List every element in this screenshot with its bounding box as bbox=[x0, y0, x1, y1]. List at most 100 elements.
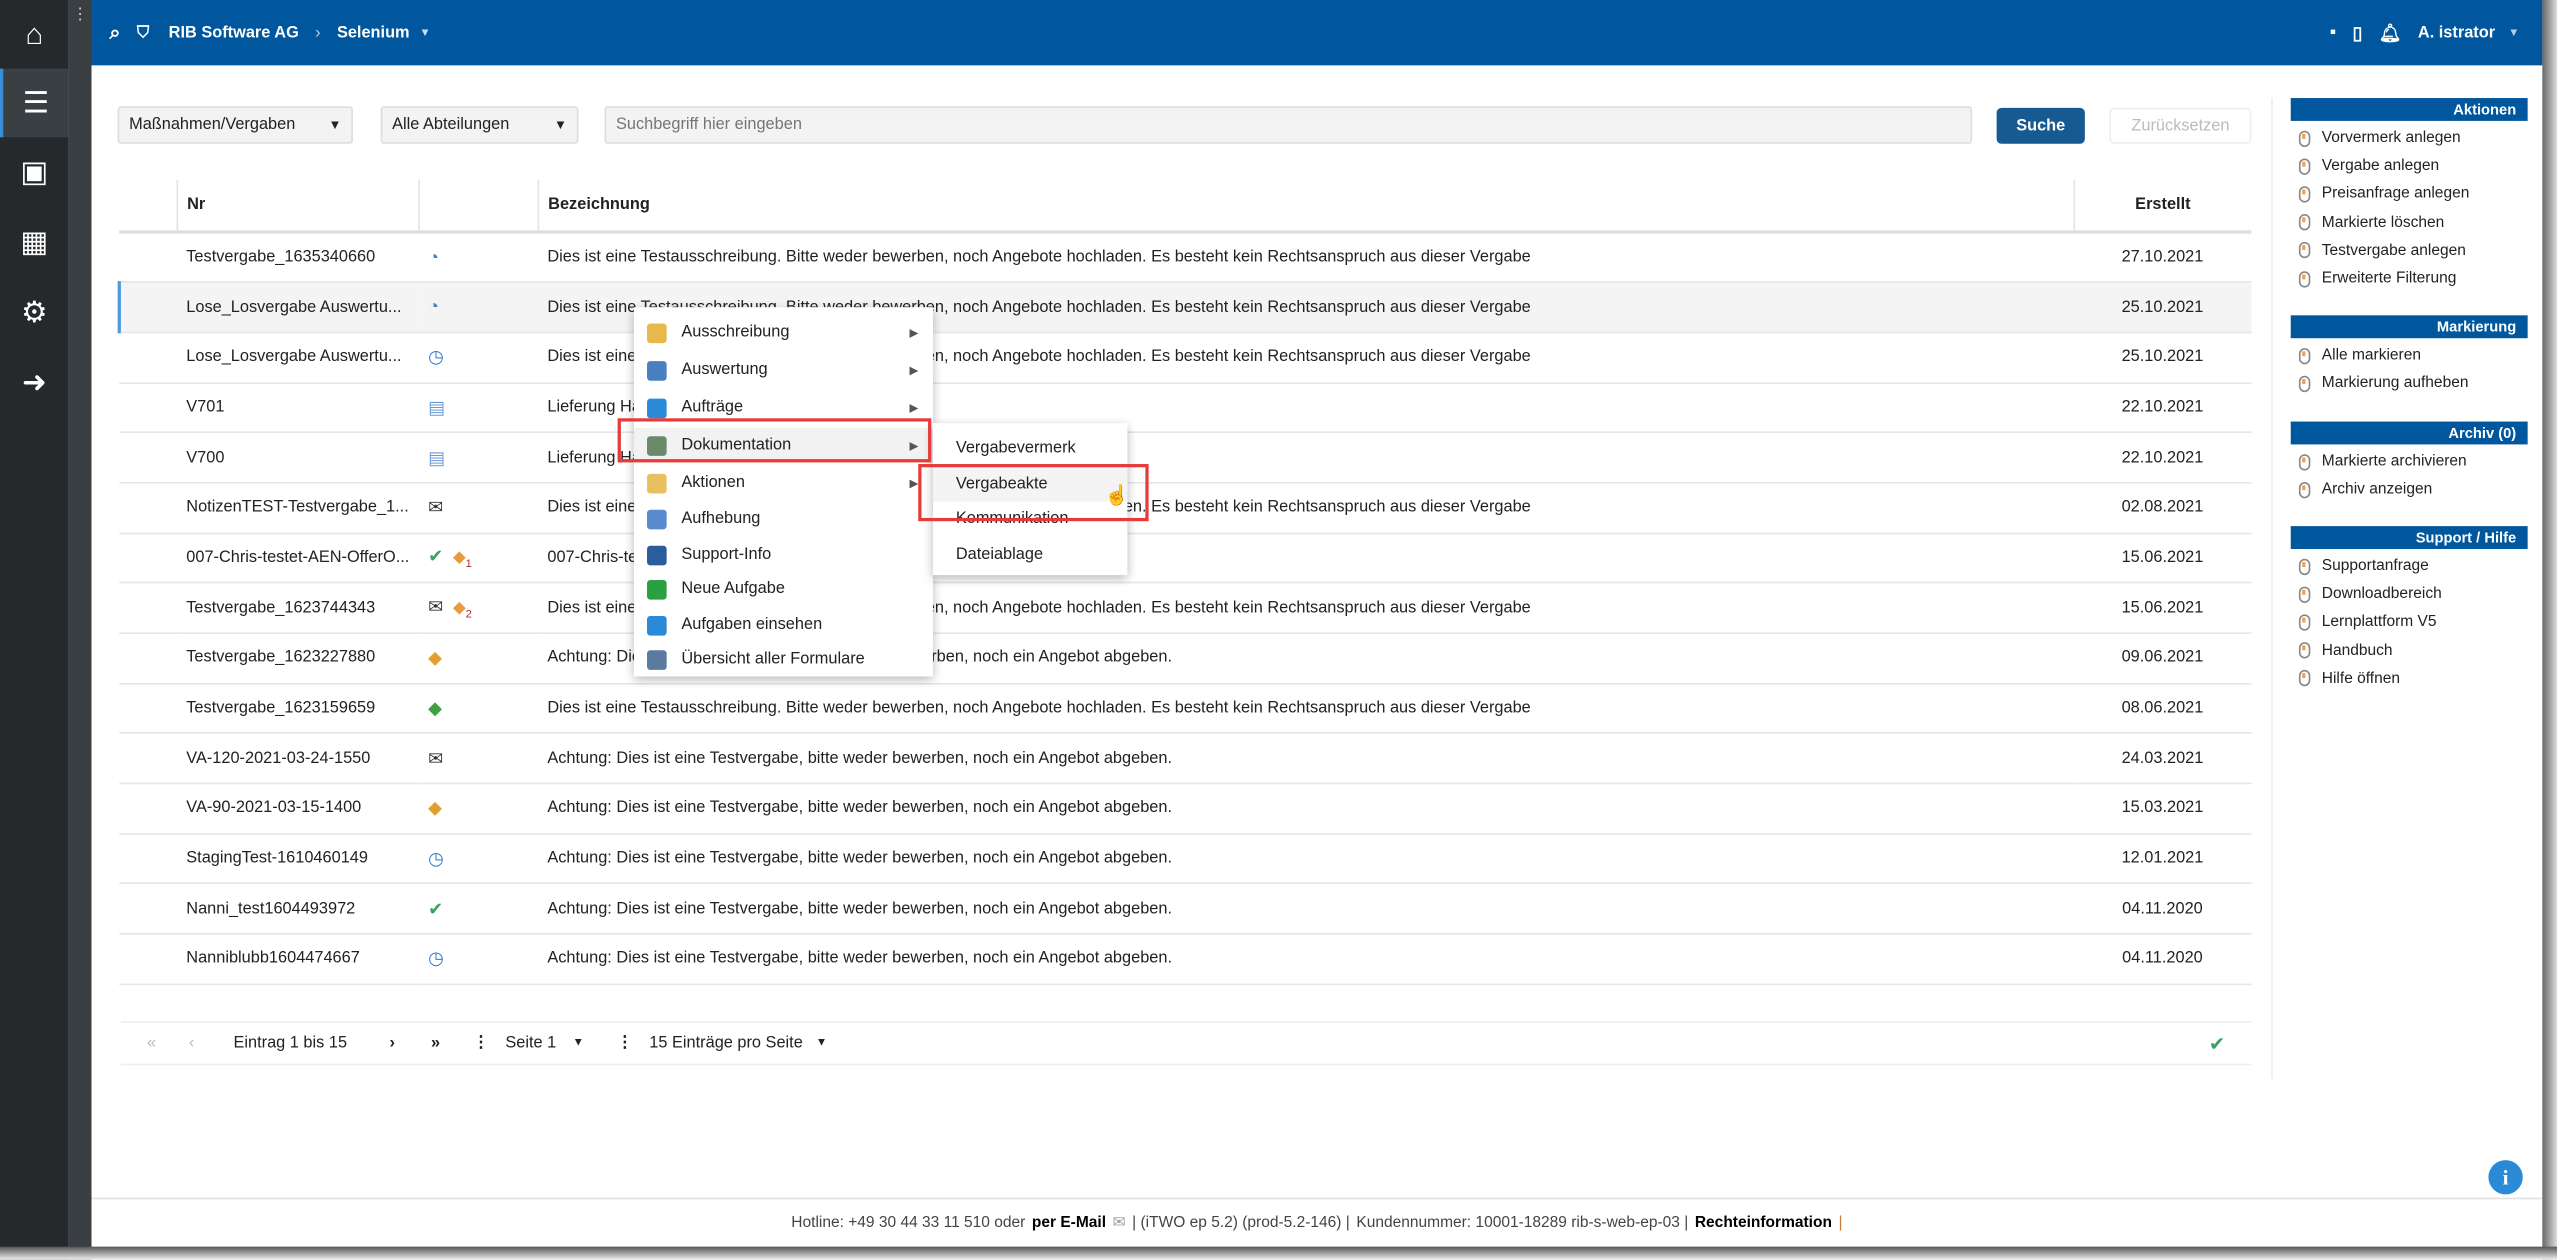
search-input[interactable] bbox=[604, 106, 1973, 144]
row-nr[interactable]: Nanni_test1604493972 bbox=[176, 883, 419, 935]
submenu-item[interactable]: Dateiablage bbox=[933, 537, 1127, 571]
table-row[interactable]: Lose_Losvergabe Auswertu... ◔ Dies ist e… bbox=[117, 282, 2252, 334]
mail-icon[interactable]: ✉ bbox=[1113, 1214, 1126, 1232]
row-select-cell[interactable] bbox=[119, 683, 177, 735]
calendar-icon[interactable]: ▦ bbox=[0, 208, 69, 277]
row-nr[interactable]: 007-Chris-testet-AEN-OfferO... bbox=[176, 532, 419, 584]
table-row[interactable]: Nanni_test1604493972 ✔ Achtung: Dies ist… bbox=[119, 883, 2252, 935]
breadcrumb-project[interactable]: Selenium bbox=[337, 24, 410, 42]
submenu-item[interactable]: Vergabevermerk bbox=[933, 431, 1127, 465]
panel-action-link[interactable]: Erweiterte Filterung bbox=[2298, 270, 2456, 288]
table-row[interactable]: StagingTest-1610460149 ◷ Achtung: Dies i… bbox=[119, 833, 2252, 885]
per-page-select[interactable]: 15 Einträge pro Seite bbox=[649, 1034, 803, 1052]
bell-icon[interactable]: 🔔︎ bbox=[2379, 22, 2402, 44]
row-select-cell[interactable] bbox=[119, 532, 177, 584]
row-nr[interactable]: Lose_Losvergabe Auswertu... bbox=[176, 282, 419, 334]
panel-action-link[interactable]: Testvergabe anlegen bbox=[2298, 241, 2466, 259]
row-nr[interactable]: Testvergabe_1623744343 bbox=[176, 582, 419, 634]
table-row[interactable]: Nanniblubb1604474667 ◷ Achtung: Dies ist… bbox=[119, 933, 2252, 985]
row-select-cell[interactable] bbox=[119, 883, 177, 935]
more-vertical-icon[interactable]: ⋮ bbox=[69, 7, 92, 25]
table-row[interactable]: Testvergabe_1623744343 ✉ ◆2 Dies ist eine… bbox=[119, 582, 2252, 634]
row-nr[interactable]: Nanniblubb1604474667 bbox=[176, 933, 419, 985]
context-menu-item[interactable]: Auswertung ▶ bbox=[634, 353, 933, 387]
panel-action-link[interactable]: Markierte archivieren bbox=[2298, 453, 2467, 471]
panel-action-link[interactable]: Vorvermerk anlegen bbox=[2298, 129, 2461, 147]
row-select-cell[interactable] bbox=[117, 282, 177, 334]
bookmark-icon[interactable]: ⛉ bbox=[137, 24, 149, 42]
panel-action-link[interactable]: Handbuch bbox=[2298, 641, 2393, 659]
page-select[interactable]: Seite 1 bbox=[505, 1034, 556, 1052]
context-menu-item[interactable]: Ausschreibung ▶ bbox=[634, 315, 933, 349]
row-select-cell[interactable] bbox=[119, 582, 177, 634]
row-select-cell[interactable] bbox=[119, 633, 177, 685]
apps-icon[interactable]: ▪ bbox=[2330, 23, 2336, 43]
table-row[interactable]: NotizenTEST-Testvergabe_1... ✉ Dies ist … bbox=[119, 482, 2252, 534]
chevron-down-icon[interactable]: ▼ bbox=[816, 1038, 827, 1049]
table-row[interactable]: VA-120-2021-03-24-1550 ✉ Achtung: Dies i… bbox=[119, 733, 2252, 785]
logout-icon[interactable]: ➜ bbox=[0, 348, 69, 417]
footer-legal-link[interactable]: Rechteinformation bbox=[1695, 1214, 1832, 1232]
row-select-cell[interactable] bbox=[119, 933, 177, 985]
row-nr[interactable]: V700 bbox=[176, 432, 419, 484]
panel-action-link[interactable]: Markierung aufheben bbox=[2298, 374, 2468, 392]
table-row[interactable]: Lose_Losvergabe Auswertu... ◷ Dies ist e… bbox=[119, 332, 2252, 384]
panel-action-link[interactable]: Hilfe öffnen bbox=[2298, 670, 2400, 688]
row-nr[interactable]: StagingTest-1610460149 bbox=[176, 833, 419, 885]
panel-action-link[interactable]: Markierte löschen bbox=[2298, 213, 2444, 231]
table-row[interactable]: 007-Chris-testet-AEN-OfferO... ✔ ◆1 007-C… bbox=[119, 532, 2252, 584]
row-select-cell[interactable] bbox=[119, 332, 177, 384]
contacts-icon[interactable]: ▣ bbox=[0, 137, 69, 206]
panel-action-link[interactable]: Preisanfrage anlegen bbox=[2298, 185, 2469, 203]
row-select-cell[interactable] bbox=[119, 733, 177, 785]
row-nr[interactable]: Testvergabe_1623159659 bbox=[176, 683, 419, 735]
context-menu-item[interactable]: Neue Aufgabe bbox=[634, 572, 933, 606]
panel-action-link[interactable]: Alle markieren bbox=[2298, 346, 2421, 364]
table-row[interactable]: Testvergabe_1623227880 ◆ Achtung: Dies i… bbox=[119, 633, 2252, 685]
notes-icon[interactable]: ▯ bbox=[2352, 22, 2362, 44]
context-menu-item[interactable]: Support-Info bbox=[634, 538, 933, 572]
row-nr[interactable]: VA-90-2021-03-15-1400 bbox=[176, 783, 419, 835]
row-nr[interactable]: Testvergabe_1623227880 bbox=[176, 633, 419, 685]
search-icon[interactable]: ⌕ bbox=[109, 20, 120, 45]
panel-action-link[interactable]: Archiv anzeigen bbox=[2298, 481, 2432, 499]
row-select-cell[interactable] bbox=[119, 382, 177, 434]
last-page-icon[interactable]: » bbox=[431, 1034, 440, 1052]
table-row[interactable]: VA-90-2021-03-15-1400 ◆ Achtung: Dies is… bbox=[119, 783, 2252, 835]
table-row[interactable]: Testvergabe_1623159659 ◆ Dies ist eine T… bbox=[119, 683, 2252, 735]
panel-action-link[interactable]: Vergabe anlegen bbox=[2298, 157, 2439, 175]
reset-button[interactable]: Zurücksetzen bbox=[2109, 107, 2252, 144]
row-select-cell[interactable] bbox=[119, 482, 177, 534]
context-menu-item[interactable]: Aufhebung bbox=[634, 502, 933, 536]
prev-page-icon[interactable]: ‹ bbox=[189, 1034, 194, 1052]
table-row[interactable]: Testvergabe_1635340660 ◔ Dies ist eine T… bbox=[119, 232, 2252, 283]
column-erstellt[interactable]: Erstellt bbox=[2072, 179, 2252, 234]
next-page-icon[interactable]: › bbox=[390, 1034, 395, 1052]
chevron-down-icon[interactable]: ▼ bbox=[419, 27, 430, 38]
context-menu-item[interactable]: Übersicht aller Formulare bbox=[634, 642, 933, 676]
column-nr[interactable]: Nr bbox=[175, 179, 419, 234]
home-icon[interactable]: ⌂ bbox=[0, 0, 69, 69]
table-row[interactable]: V700 ▤ Lieferung Ha 22.10.2021 bbox=[119, 432, 2252, 484]
row-nr[interactable]: Lose_Losvergabe Auswertu... bbox=[176, 332, 419, 384]
panel-action-link[interactable]: Lernplattform V5 bbox=[2298, 613, 2437, 631]
context-menu-item[interactable]: Aufgaben einsehen bbox=[634, 608, 933, 642]
row-select-cell[interactable] bbox=[119, 232, 177, 283]
column-bezeichnung[interactable]: Bezeichnung bbox=[536, 179, 2074, 234]
panel-action-link[interactable]: Downloadbereich bbox=[2298, 585, 2442, 603]
footer-email-link[interactable]: per E-Mail bbox=[1032, 1214, 1106, 1232]
list-icon[interactable]: ☰ bbox=[0, 68, 69, 138]
user-menu[interactable]: A. istrator bbox=[2418, 24, 2495, 42]
context-menu-item[interactable]: Aktionen ▶ bbox=[634, 466, 933, 500]
info-button[interactable]: i bbox=[2488, 1160, 2523, 1195]
breadcrumb-company[interactable]: RIB Software AG bbox=[169, 24, 299, 42]
chevron-down-icon[interactable]: ▼ bbox=[573, 1038, 584, 1049]
panel-action-link[interactable]: Supportanfrage bbox=[2298, 557, 2429, 575]
row-select-cell[interactable] bbox=[119, 432, 177, 484]
first-page-icon[interactable]: « bbox=[147, 1034, 156, 1052]
department-select[interactable]: Alle Abteilungen ▼ bbox=[380, 106, 579, 144]
chevron-down-icon[interactable]: ▼ bbox=[2508, 27, 2519, 38]
type-select[interactable]: Maßnahmen/Vergaben ▼ bbox=[117, 106, 353, 144]
row-nr[interactable]: V701 bbox=[176, 382, 419, 434]
row-select-cell[interactable] bbox=[119, 833, 177, 885]
